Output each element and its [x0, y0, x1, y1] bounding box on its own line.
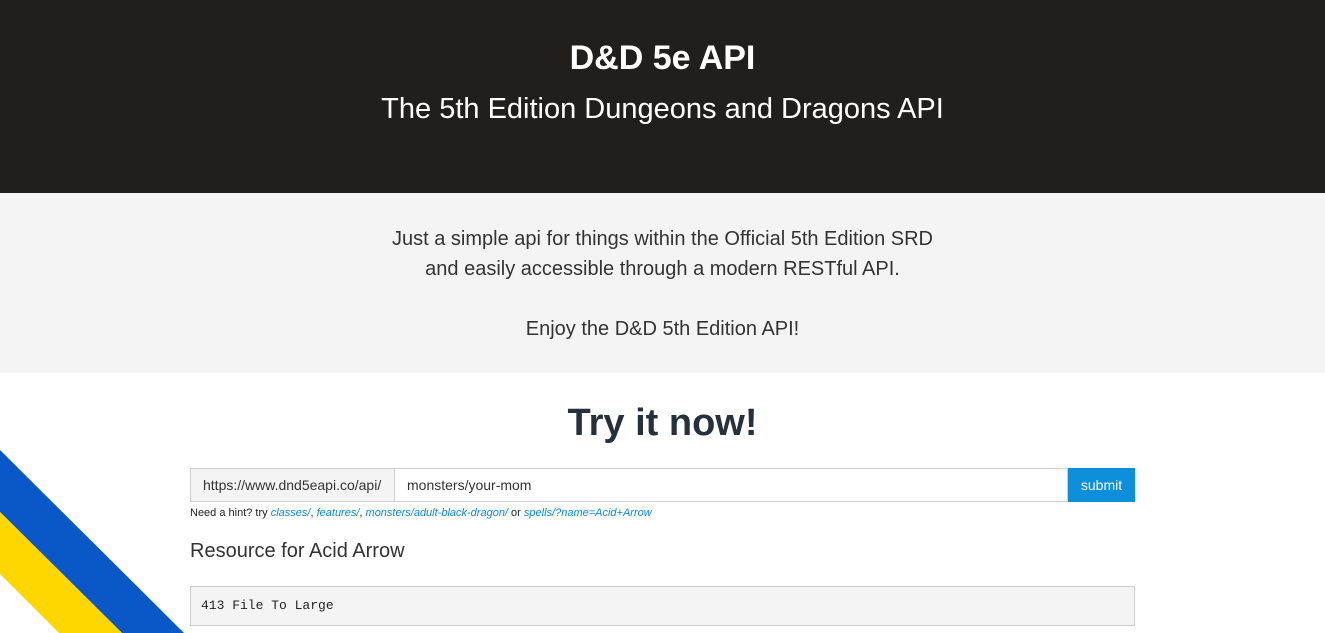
api-request-form: https://www.dnd5eapi.co/api/ submit — [190, 468, 1135, 502]
hint-link-monsters[interactable]: monsters/adult-black-dragon/ — [366, 507, 508, 519]
site-subtitle: The 5th Edition Dungeons and Dragons API — [381, 93, 944, 125]
resource-title: Resource for Acid Arrow — [190, 540, 405, 562]
hint-text: Need a hint? try classes/, features/, mo… — [190, 506, 652, 520]
try-it-heading: Try it now! — [567, 402, 758, 444]
intro-line-1: Just a simple api for things within the … — [392, 228, 933, 250]
hint-prefix: Need a hint? try — [190, 507, 271, 519]
api-path-input[interactable] — [394, 468, 1068, 502]
url-prefix: https://www.dnd5eapi.co/api/ — [190, 468, 394, 502]
hint-link-features[interactable]: features/ — [317, 507, 360, 519]
response-output: 413 File To Large — [190, 586, 1135, 626]
intro-section: Just a simple api for things within the … — [0, 193, 1325, 373]
intro-line-3: Enjoy the D&D 5th Edition API! — [525, 318, 800, 340]
hint-link-spells[interactable]: spells/?name=Acid+Arrow — [524, 507, 652, 519]
site-header: D&D 5e API The 5th Edition Dungeons and … — [0, 0, 1325, 193]
hint-separator: or — [508, 507, 524, 519]
intro-line-2: and easily accessible through a modern R… — [425, 258, 900, 280]
hint-link-classes[interactable]: classes/ — [271, 507, 311, 519]
submit-button[interactable]: submit — [1068, 468, 1135, 502]
site-title: D&D 5e API — [569, 39, 756, 77]
ukraine-ribbon-icon — [0, 450, 184, 633]
